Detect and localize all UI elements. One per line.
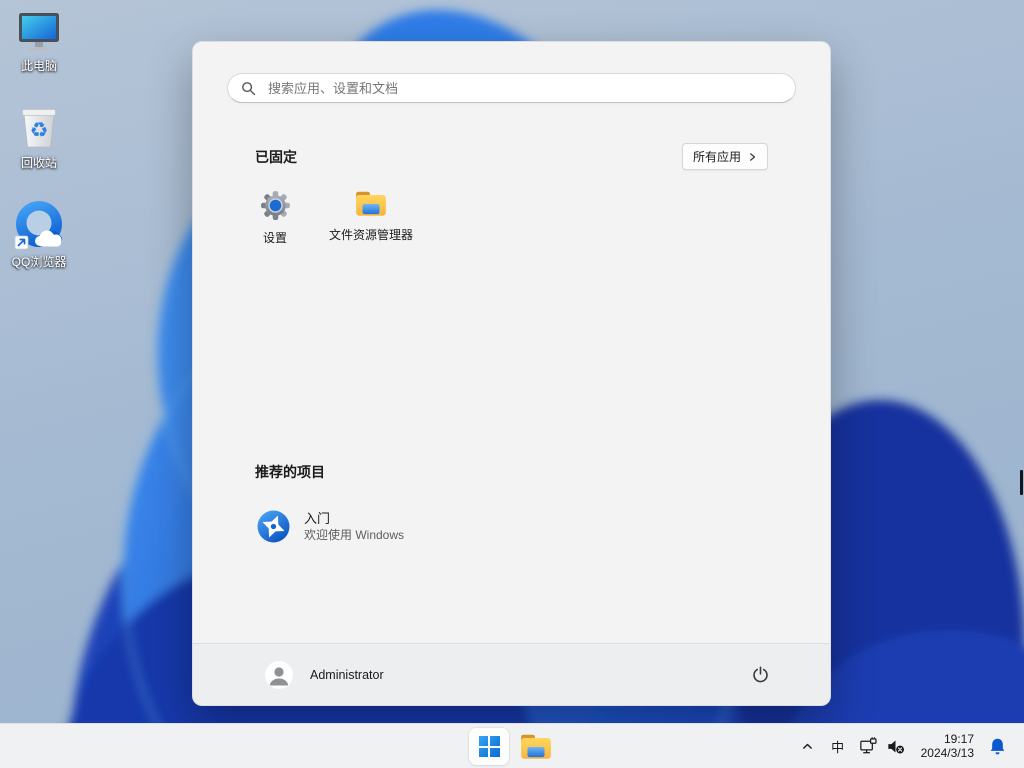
- chevron-right-icon: [750, 152, 756, 161]
- user-name: Administrator: [310, 667, 384, 682]
- user-avatar: [265, 660, 293, 689]
- clock-date: 2024/3/13: [920, 745, 974, 760]
- recommended-item-get-started[interactable]: 入门 欢迎使用 Windows: [247, 502, 587, 551]
- file-explorer-folder-icon: [356, 191, 386, 216]
- tray-clock[interactable]: 19:17 2024/3/13: [917, 731, 978, 762]
- pinned-app-label: 文件资源管理器: [328, 228, 413, 242]
- tray-notification-button[interactable]: [980, 730, 1014, 764]
- pinned-app-settings[interactable]: 设置: [227, 189, 323, 261]
- user-account-button[interactable]: Administrator: [259, 657, 390, 693]
- taskbar: 中 19:17 2024/3/13: [0, 723, 1024, 768]
- desktop: 此电脑 ♻ 回收站 QQ浏览器 搜索应用、设置和文档 已固定 所有应用 设置 文…: [0, 0, 1024, 768]
- start-menu-footer: Administrator: [193, 643, 830, 705]
- volume-muted-icon: [887, 740, 904, 754]
- ethernet-network-icon: [859, 737, 877, 754]
- power-icon: [752, 666, 768, 683]
- taskbar-center: [469, 728, 556, 765]
- pinned-app-file-explorer[interactable]: 文件资源管理器: [323, 189, 419, 261]
- notification-bell-icon: [990, 738, 1004, 755]
- shortcut-arrow-badge: [14, 235, 29, 250]
- screen-edge-marker: [1020, 470, 1023, 495]
- taskbar-tray: 中 19:17 2024/3/13: [795, 724, 1024, 768]
- desktop-icon-label: 此电脑: [20, 59, 57, 73]
- file-explorer-folder-icon: [521, 734, 551, 759]
- chevron-up-icon: [803, 743, 813, 749]
- desktop-icon-label: QQ浏览器: [11, 255, 67, 269]
- this-pc-icon: [19, 13, 59, 51]
- all-apps-label: 所有应用: [692, 150, 741, 164]
- tray-show-hidden-icons-button[interactable]: [795, 730, 821, 764]
- desktop-icon-label: 回收站: [20, 156, 57, 170]
- settings-gear-icon: [260, 191, 290, 220]
- search-input[interactable]: [227, 73, 796, 103]
- tray-ime-indicator[interactable]: 中: [825, 730, 851, 764]
- get-started-icon: [257, 510, 290, 543]
- taskbar-file-explorer-button[interactable]: [516, 728, 556, 765]
- recycle-bin-icon: ♻: [22, 109, 56, 148]
- tray-volume-button[interactable]: [882, 730, 909, 764]
- pinned-app-label: 设置: [262, 231, 287, 245]
- recommended-item-title: 入门: [304, 510, 331, 526]
- power-button[interactable]: [742, 657, 778, 693]
- start-button[interactable]: [469, 728, 509, 765]
- start-search: [227, 73, 796, 103]
- windows-logo-icon: [478, 736, 500, 757]
- recommended-item-text: 入门 欢迎使用 Windows: [304, 511, 404, 543]
- all-apps-button[interactable]: 所有应用: [681, 143, 768, 170]
- ime-mode-label: 中: [831, 740, 845, 755]
- pinned-title: 已固定: [255, 148, 297, 165]
- qq-browser-icon: [14, 201, 63, 250]
- desktop-icon-this-pc[interactable]: 此电脑: [1, 8, 77, 73]
- recommended-item-subtitle: 欢迎使用 Windows: [304, 527, 405, 542]
- start-menu: 已固定 所有应用: [192, 41, 831, 706]
- recommended-header: 推荐的项目: [255, 462, 768, 482]
- tray-network-button[interactable]: [855, 730, 882, 764]
- svg-text:♻: ♻: [30, 118, 49, 142]
- pinned-header: 已固定 所有应用: [255, 143, 768, 170]
- search-icon: [242, 82, 256, 96]
- clock-time: 19:17: [943, 732, 974, 746]
- desktop-icon-qq-browser[interactable]: QQ浏览器: [1, 198, 77, 269]
- recommended-title: 推荐的项目: [255, 464, 325, 480]
- desktop-icon-recycle-bin[interactable]: ♻ 回收站: [1, 101, 77, 170]
- pinned-apps-grid: 设置 文件资源管理器: [227, 189, 419, 261]
